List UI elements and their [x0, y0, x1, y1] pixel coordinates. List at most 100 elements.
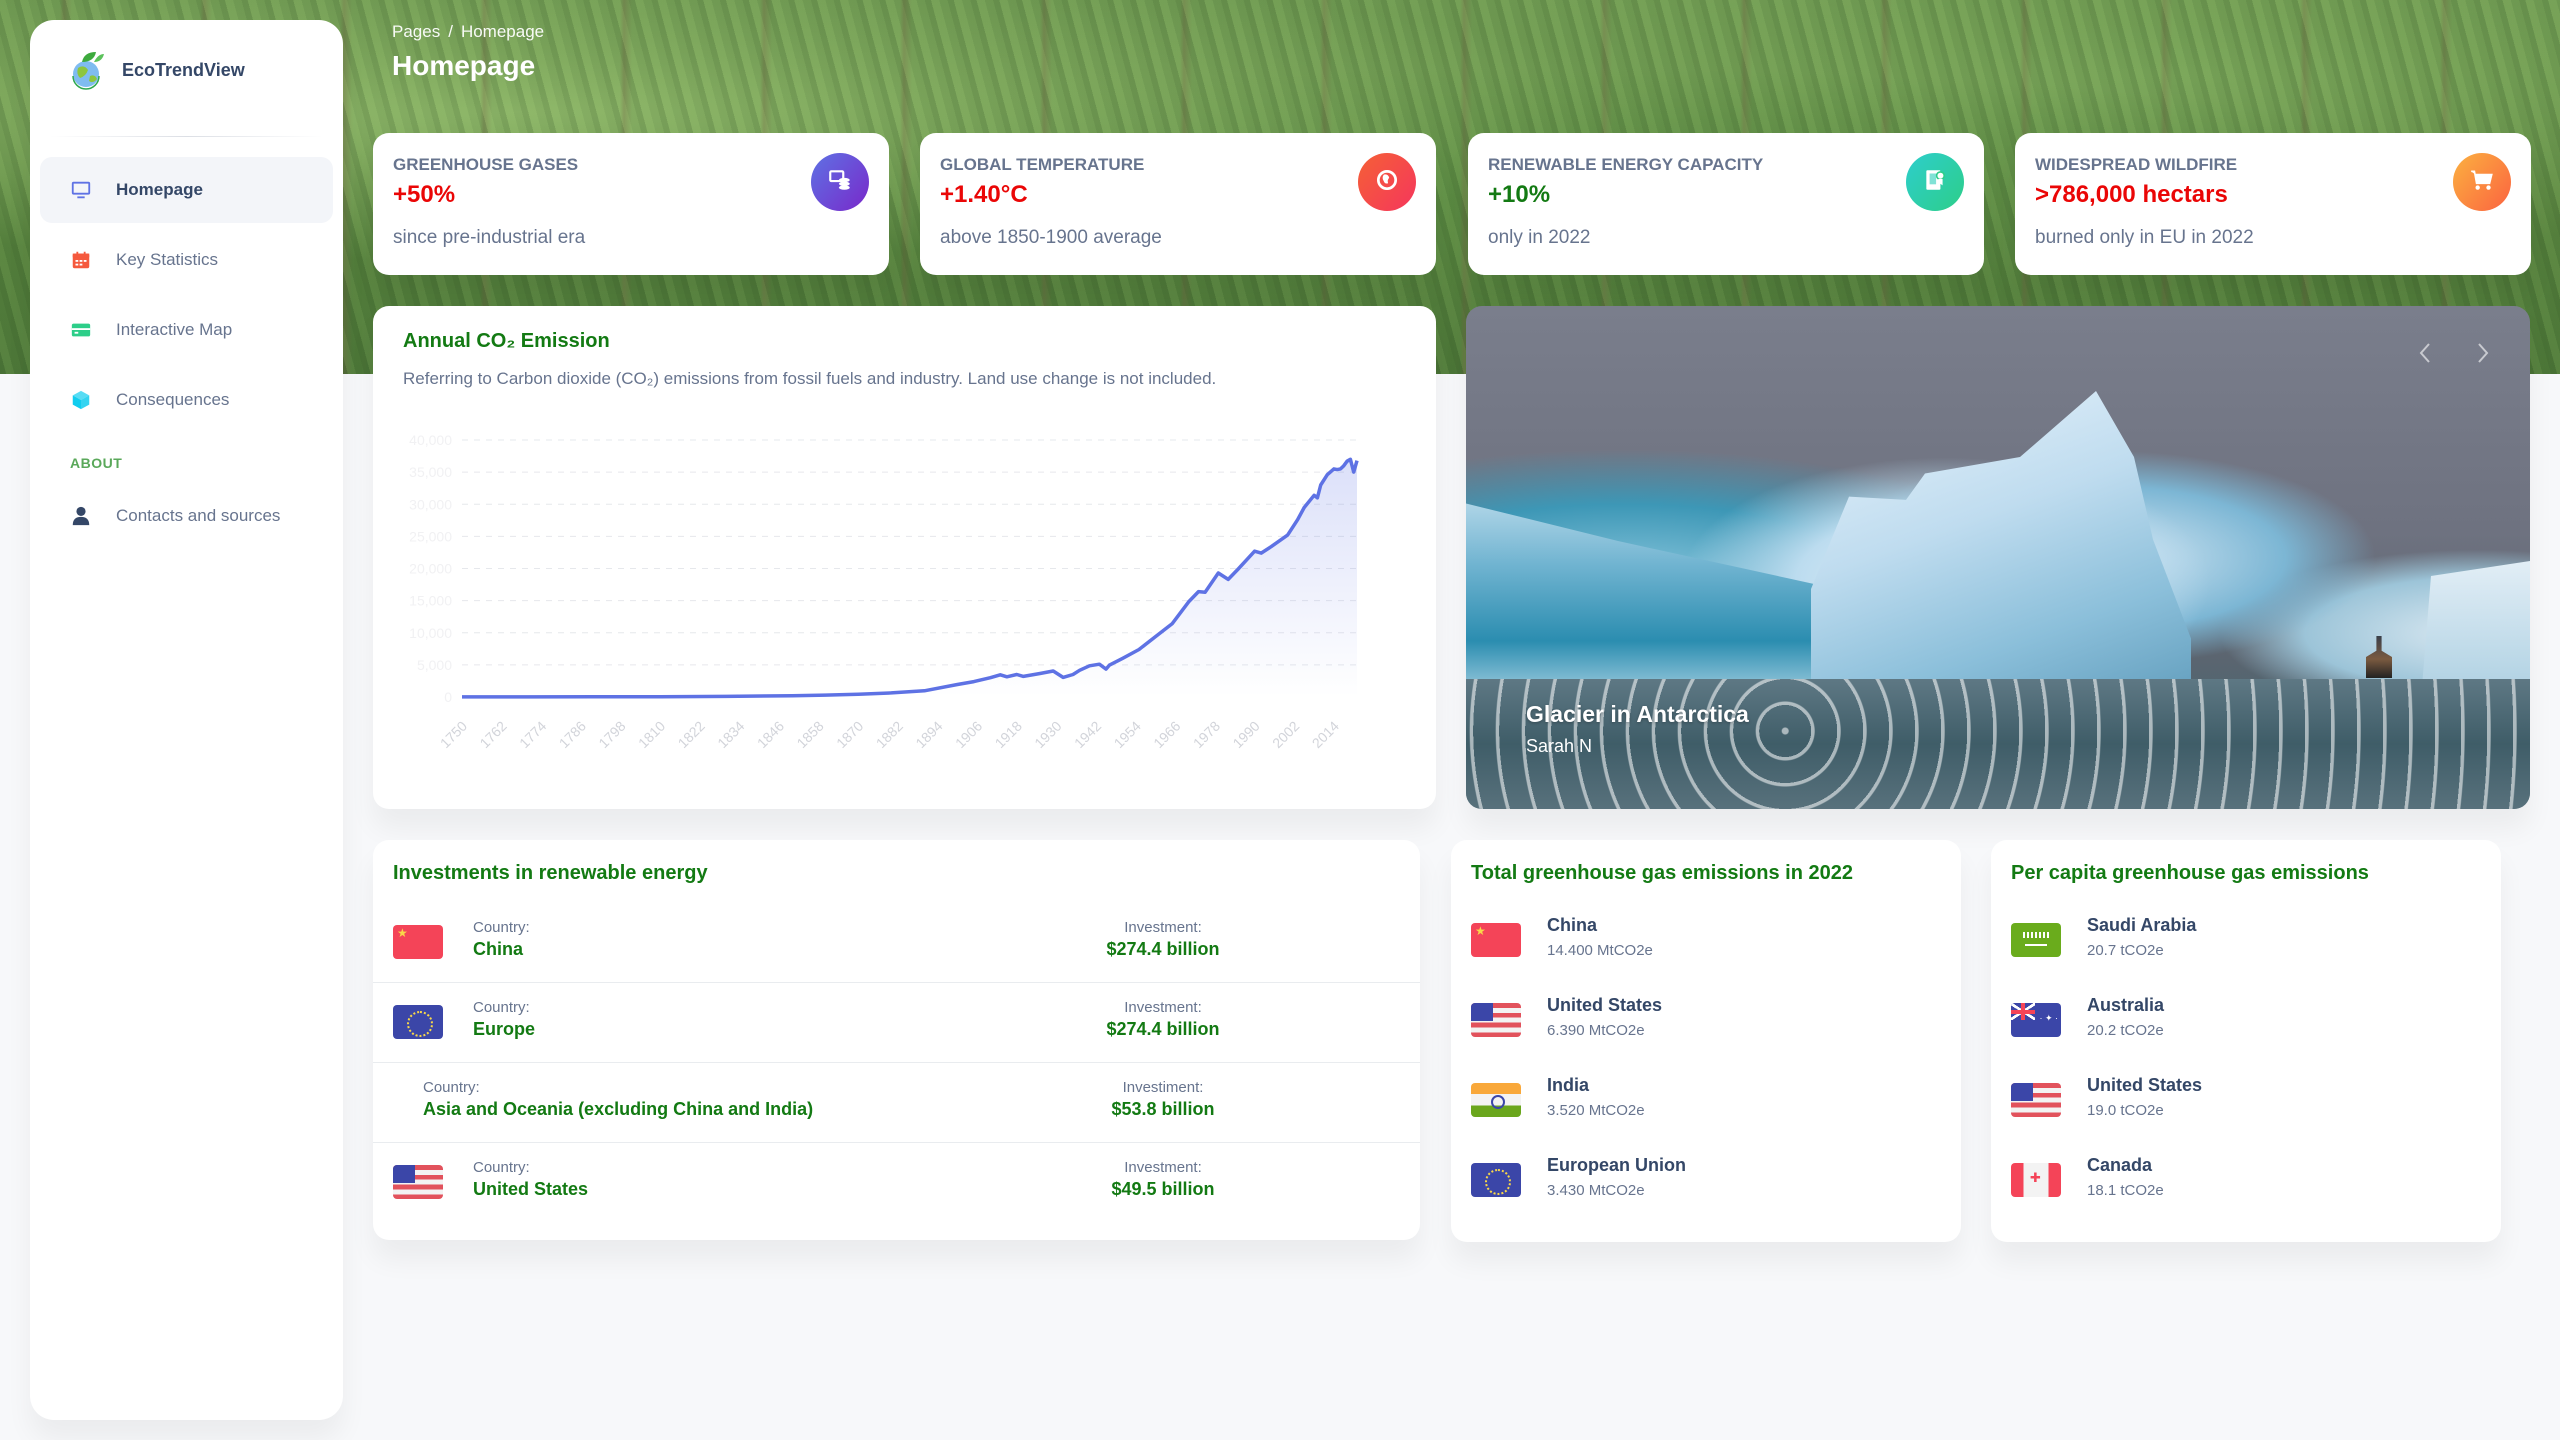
divider — [50, 136, 323, 137]
stat-card-renewable-energy-capacity: RENEWABLE ENERGY CAPACITY +10% only in 2… — [1468, 133, 1984, 275]
list-item: Saudi Arabia 20.7 tCO2e — [2011, 915, 2481, 995]
stat-icon-badge — [2453, 153, 2511, 211]
country-label: Country: — [473, 1159, 530, 1176]
user-icon — [70, 505, 92, 527]
country-name: Saudi Arabia — [2087, 915, 2197, 935]
stat-title: WIDESPREAD WILDFIRE — [2035, 155, 2238, 174]
country-name: United States — [2087, 1075, 2203, 1095]
x-tick-label: 1750 — [437, 718, 470, 751]
brand[interactable]: EcoTrendView — [30, 20, 343, 120]
money-coins-icon — [827, 167, 853, 198]
image-carousel[interactable]: Glacier in Antarctica Sarah N — [1466, 306, 2530, 809]
ship-image-part — [2366, 636, 2392, 678]
country-name: China — [1547, 915, 1598, 935]
list-item: Canada 18.1 tCO2e — [2011, 1155, 2481, 1235]
investment-value: $274.4 billion — [1106, 939, 1220, 959]
carousel-prev-button[interactable] — [2410, 338, 2440, 368]
sidebar-item-label: Interactive Map — [116, 320, 233, 339]
x-tick-label: 1978 — [1190, 718, 1223, 751]
breadcrumb-pages[interactable]: Pages — [392, 22, 440, 41]
x-tick-label: 1870 — [833, 718, 866, 751]
brand-name: EcoTrendView — [122, 59, 245, 80]
y-tick-label: 5,000 — [417, 657, 452, 673]
investment-value: $274.4 billion — [1106, 1019, 1220, 1039]
investment-label: Investment: — [1124, 999, 1202, 1016]
emission-value: 14.400 MtCO2e — [1547, 942, 1653, 959]
monitor-icon — [70, 179, 92, 201]
x-tick-label: 1954 — [1111, 718, 1144, 751]
stat-title: GREENHOUSE GASES — [393, 155, 579, 174]
country-label: Country: — [473, 919, 530, 936]
emission-value: 19.0 tCO2e — [2087, 1102, 2164, 1119]
country-name: United States — [1547, 995, 1663, 1015]
carousel-next-button[interactable] — [2468, 338, 2498, 368]
total-emissions-card: Total greenhouse gas emissions in 2022 C… — [1451, 840, 1961, 1242]
flag-us-icon — [393, 1165, 443, 1199]
stat-subtitle: since pre-industrial era — [393, 227, 586, 248]
flag-au-icon — [2011, 1003, 2061, 1037]
stat-value: >786,000 hectars — [2035, 181, 2228, 208]
investment-cell: Investment: $274.4 billion — [1063, 999, 1263, 1040]
globe-leaf-icon — [72, 52, 104, 90]
flag-eu-icon — [1471, 1163, 1521, 1197]
x-tick-label: 1834 — [714, 718, 747, 751]
x-tick-label: 1906 — [952, 718, 985, 751]
stat-subtitle: burned only in EU in 2022 — [2035, 227, 2254, 248]
country-name: European Union — [1547, 1155, 1686, 1175]
investments-title: Investments in renewable energy — [393, 862, 708, 884]
country-cell: Country: China — [473, 919, 530, 960]
emission-value: 20.7 tCO2e — [2087, 942, 2164, 959]
stat-card-widespread-wildfire: WIDESPREAD WILDFIRE >786,000 hectars bur… — [2015, 133, 2531, 275]
sidebar-item-interactive-map[interactable]: Interactive Map — [40, 297, 333, 363]
x-tick-label: 1882 — [873, 718, 906, 751]
x-tick-label: 1990 — [1229, 718, 1262, 751]
sidebar-item-key-statistics[interactable]: Key Statistics — [40, 227, 333, 293]
list-item: European Union 3.430 MtCO2e — [1471, 1155, 1941, 1235]
emission-value: 20.2 tCO2e — [2087, 1022, 2164, 1039]
x-tick-label: 1786 — [556, 718, 589, 751]
sidebar-item-label: Consequences — [116, 390, 230, 409]
investment-cell: Investment: $274.4 billion — [1063, 919, 1263, 960]
sidebar-item-label: Key Statistics — [116, 250, 219, 269]
x-tick-label: 1798 — [595, 718, 628, 751]
series-area — [462, 459, 1357, 697]
total-emissions-title: Total greenhouse gas emissions in 2022 — [1471, 862, 1853, 884]
country-value: United States — [473, 1179, 589, 1199]
emission-value: 6.390 MtCO2e — [1547, 1022, 1645, 1039]
list-item: United States 19.0 tCO2e — [2011, 1075, 2481, 1155]
x-tick-label: 1894 — [912, 718, 945, 751]
country-label: Country: — [423, 1079, 480, 1096]
y-tick-label: 40,000 — [409, 432, 452, 448]
y-tick-label: 0 — [444, 689, 452, 705]
nav-section-about: ABOUT — [70, 455, 123, 471]
sidebar-item-consequences[interactable]: Consequences — [40, 367, 333, 433]
x-tick-label: 1858 — [793, 718, 826, 751]
stat-title: GLOBAL TEMPERATURE — [940, 155, 1145, 174]
x-tick-label: 1966 — [1150, 718, 1183, 751]
country-value: China — [473, 939, 524, 959]
chevron-left-icon — [2419, 343, 2430, 363]
x-tick-label: 1930 — [1031, 718, 1064, 751]
investment-value: $49.5 billion — [1111, 1179, 1215, 1199]
x-tick-label: 1774 — [516, 718, 549, 751]
investment-label: Investment: — [1124, 919, 1202, 936]
x-tick-label: 2014 — [1309, 718, 1342, 751]
stat-value: +1.40°C — [940, 181, 1028, 208]
x-tick-label: 1762 — [476, 718, 509, 751]
x-tick-label: 1942 — [1071, 718, 1104, 751]
sidebar-item-homepage[interactable]: Homepage — [40, 157, 333, 223]
carousel-caption-author: Sarah N — [1526, 736, 1593, 756]
country-name: India — [1547, 1075, 1590, 1095]
country-name: Australia — [2087, 995, 2165, 1015]
investment-value: $53.8 billion — [1111, 1099, 1215, 1119]
chart-subtitle: Referring to Carbon dioxide (CO₂) emissi… — [403, 369, 1217, 388]
y-tick-label: 20,000 — [409, 561, 452, 577]
calendar-icon — [70, 249, 92, 271]
flag-in-icon — [1471, 1083, 1521, 1117]
sidebar-item-contacts-and-sources[interactable]: Contacts and sources — [40, 483, 333, 549]
country-cell: Country: Asia and Oceania (excluding Chi… — [423, 1079, 813, 1120]
stat-card-greenhouse-gases: GREENHOUSE GASES +50% since pre-industri… — [373, 133, 889, 275]
investment-label: Investment: — [1124, 1159, 1202, 1176]
investment-cell: Investiment: $53.8 billion — [1063, 1079, 1263, 1120]
sidebar-item-label: Homepage — [116, 180, 203, 199]
